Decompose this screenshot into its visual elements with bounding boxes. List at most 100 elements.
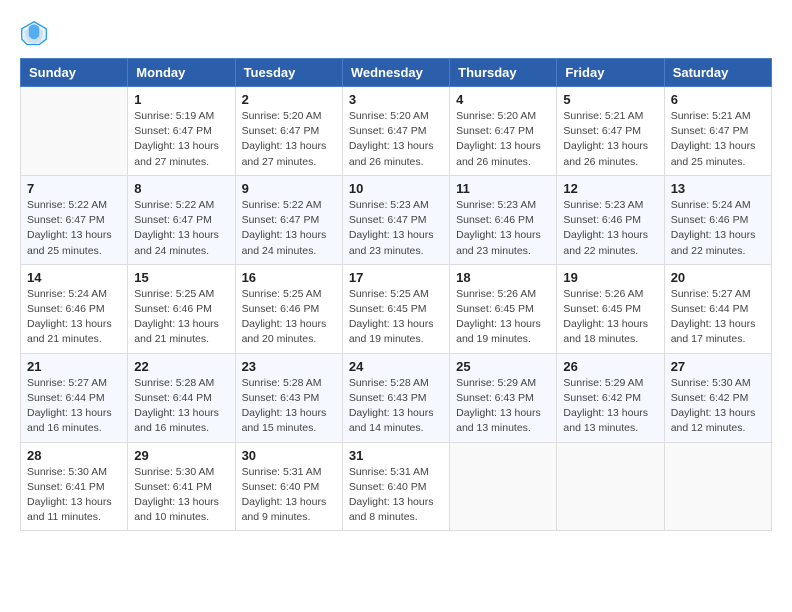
day-info: Sunrise: 5:26 AM Sunset: 6:45 PM Dayligh…: [456, 287, 550, 348]
day-cell: 15 Sunrise: 5:25 AM Sunset: 6:46 PM Dayli…: [128, 264, 235, 353]
day-number: 1: [134, 92, 228, 107]
day-number: 30: [242, 448, 336, 463]
day-info: Sunrise: 5:22 AM Sunset: 6:47 PM Dayligh…: [134, 198, 228, 259]
day-number: 21: [27, 359, 121, 374]
day-number: 19: [563, 270, 657, 285]
day-number: 17: [349, 270, 443, 285]
day-info: Sunrise: 5:28 AM Sunset: 6:43 PM Dayligh…: [349, 376, 443, 437]
day-info: Sunrise: 5:28 AM Sunset: 6:44 PM Dayligh…: [134, 376, 228, 437]
day-number: 24: [349, 359, 443, 374]
header-cell-sunday: Sunday: [21, 59, 128, 87]
day-number: 13: [671, 181, 765, 196]
header-row: SundayMondayTuesdayWednesdayThursdayFrid…: [21, 59, 772, 87]
header-cell-friday: Friday: [557, 59, 664, 87]
day-cell: 1 Sunrise: 5:19 AM Sunset: 6:47 PM Daylig…: [128, 87, 235, 176]
day-cell: 17 Sunrise: 5:25 AM Sunset: 6:45 PM Dayli…: [342, 264, 449, 353]
day-number: 2: [242, 92, 336, 107]
day-number: 5: [563, 92, 657, 107]
day-info: Sunrise: 5:30 AM Sunset: 6:42 PM Dayligh…: [671, 376, 765, 437]
day-info: Sunrise: 5:20 AM Sunset: 6:47 PM Dayligh…: [349, 109, 443, 170]
day-info: Sunrise: 5:20 AM Sunset: 6:47 PM Dayligh…: [456, 109, 550, 170]
day-cell: 11 Sunrise: 5:23 AM Sunset: 6:46 PM Dayli…: [450, 175, 557, 264]
day-number: 11: [456, 181, 550, 196]
day-cell: 10 Sunrise: 5:23 AM Sunset: 6:47 PM Dayli…: [342, 175, 449, 264]
day-cell: 6 Sunrise: 5:21 AM Sunset: 6:47 PM Daylig…: [664, 87, 771, 176]
day-number: 16: [242, 270, 336, 285]
week-row-1: 1 Sunrise: 5:19 AM Sunset: 6:47 PM Daylig…: [21, 87, 772, 176]
day-cell: 28Sunrise: 5:30 AM Sunset: 6:41 PM Dayli…: [21, 442, 128, 531]
page-header: [20, 20, 772, 48]
day-cell: 12 Sunrise: 5:23 AM Sunset: 6:46 PM Dayli…: [557, 175, 664, 264]
day-number: 15: [134, 270, 228, 285]
day-info: Sunrise: 5:31 AM Sunset: 6:40 PM Dayligh…: [349, 465, 443, 526]
day-cell: 4 Sunrise: 5:20 AM Sunset: 6:47 PM Daylig…: [450, 87, 557, 176]
day-cell: 18 Sunrise: 5:26 AM Sunset: 6:45 PM Dayli…: [450, 264, 557, 353]
day-number: 12: [563, 181, 657, 196]
day-info: Sunrise: 5:23 AM Sunset: 6:46 PM Dayligh…: [456, 198, 550, 259]
day-info: Sunrise: 5:25 AM Sunset: 6:46 PM Dayligh…: [134, 287, 228, 348]
day-number: 29: [134, 448, 228, 463]
week-row-2: 7 Sunrise: 5:22 AM Sunset: 6:47 PM Daylig…: [21, 175, 772, 264]
logo-icon: [20, 20, 48, 48]
day-info: Sunrise: 5:23 AM Sunset: 6:47 PM Dayligh…: [349, 198, 443, 259]
day-cell: 19 Sunrise: 5:26 AM Sunset: 6:45 PM Dayli…: [557, 264, 664, 353]
day-cell: [450, 442, 557, 531]
day-cell: 23 Sunrise: 5:28 AM Sunset: 6:43 PM Dayli…: [235, 353, 342, 442]
day-cell: 16 Sunrise: 5:25 AM Sunset: 6:46 PM Dayli…: [235, 264, 342, 353]
day-info: Sunrise: 5:24 AM Sunset: 6:46 PM Dayligh…: [671, 198, 765, 259]
day-info: Sunrise: 5:29 AM Sunset: 6:42 PM Dayligh…: [563, 376, 657, 437]
header-cell-monday: Monday: [128, 59, 235, 87]
day-number: 18: [456, 270, 550, 285]
day-info: Sunrise: 5:19 AM Sunset: 6:47 PM Dayligh…: [134, 109, 228, 170]
day-cell: 27 Sunrise: 5:30 AM Sunset: 6:42 PM Dayli…: [664, 353, 771, 442]
header-cell-wednesday: Wednesday: [342, 59, 449, 87]
day-number: 6: [671, 92, 765, 107]
day-cell: 2 Sunrise: 5:20 AM Sunset: 6:47 PM Daylig…: [235, 87, 342, 176]
day-info: Sunrise: 5:23 AM Sunset: 6:46 PM Dayligh…: [563, 198, 657, 259]
day-cell: 3 Sunrise: 5:20 AM Sunset: 6:47 PM Daylig…: [342, 87, 449, 176]
week-row-4: 21Sunrise: 5:27 AM Sunset: 6:44 PM Dayli…: [21, 353, 772, 442]
day-cell: [557, 442, 664, 531]
day-cell: 25 Sunrise: 5:29 AM Sunset: 6:43 PM Dayli…: [450, 353, 557, 442]
day-number: 22: [134, 359, 228, 374]
day-number: 3: [349, 92, 443, 107]
day-cell: 9Sunrise: 5:22 AM Sunset: 6:47 PM Daylig…: [235, 175, 342, 264]
day-info: Sunrise: 5:31 AM Sunset: 6:40 PM Dayligh…: [242, 465, 336, 526]
day-info: Sunrise: 5:21 AM Sunset: 6:47 PM Dayligh…: [563, 109, 657, 170]
day-cell: 29 Sunrise: 5:30 AM Sunset: 6:41 PM Dayli…: [128, 442, 235, 531]
day-number: 25: [456, 359, 550, 374]
day-info: Sunrise: 5:30 AM Sunset: 6:41 PM Dayligh…: [134, 465, 228, 526]
day-cell: 30 Sunrise: 5:31 AM Sunset: 6:40 PM Dayli…: [235, 442, 342, 531]
day-info: Sunrise: 5:24 AM Sunset: 6:46 PM Dayligh…: [27, 287, 121, 348]
day-cell: 26Sunrise: 5:29 AM Sunset: 6:42 PM Dayli…: [557, 353, 664, 442]
header-cell-tuesday: Tuesday: [235, 59, 342, 87]
day-info: Sunrise: 5:26 AM Sunset: 6:45 PM Dayligh…: [563, 287, 657, 348]
day-cell: 8Sunrise: 5:22 AM Sunset: 6:47 PM Daylig…: [128, 175, 235, 264]
week-row-3: 14 Sunrise: 5:24 AM Sunset: 6:46 PM Dayli…: [21, 264, 772, 353]
day-info: Sunrise: 5:28 AM Sunset: 6:43 PM Dayligh…: [242, 376, 336, 437]
day-info: Sunrise: 5:29 AM Sunset: 6:43 PM Dayligh…: [456, 376, 550, 437]
header-cell-saturday: Saturday: [664, 59, 771, 87]
day-info: Sunrise: 5:25 AM Sunset: 6:46 PM Dayligh…: [242, 287, 336, 348]
day-cell: 20Sunrise: 5:27 AM Sunset: 6:44 PM Dayli…: [664, 264, 771, 353]
week-row-5: 28 Sunrise: 5:30 AM Sunset: 6:41 PM Dayli…: [21, 442, 772, 531]
day-number: 10: [349, 181, 443, 196]
day-cell: 22 Sunrise: 5:28 AM Sunset: 6:44 PM Dayli…: [128, 353, 235, 442]
day-cell: 5 Sunrise: 5:21 AM Sunset: 6:47 PM Daylig…: [557, 87, 664, 176]
day-info: Sunrise: 5:25 AM Sunset: 6:45 PM Dayligh…: [349, 287, 443, 348]
day-number: 14: [27, 270, 121, 285]
day-cell: 13 Sunrise: 5:24 AM Sunset: 6:46 PM Dayli…: [664, 175, 771, 264]
day-info: Sunrise: 5:22 AM Sunset: 6:47 PM Dayligh…: [27, 198, 121, 259]
day-number: 4: [456, 92, 550, 107]
day-number: 27: [671, 359, 765, 374]
day-cell: 24 Sunrise: 5:28 AM Sunset: 6:43 PM Dayli…: [342, 353, 449, 442]
day-info: Sunrise: 5:20 AM Sunset: 6:47 PM Dayligh…: [242, 109, 336, 170]
day-number: 28: [27, 448, 121, 463]
day-number: 31: [349, 448, 443, 463]
day-info: Sunrise: 5:21 AM Sunset: 6:47 PM Dayligh…: [671, 109, 765, 170]
day-number: 7: [27, 181, 121, 196]
day-number: 23: [242, 359, 336, 374]
calendar-table: SundayMondayTuesdayWednesdayThursdayFrid…: [20, 58, 772, 531]
day-number: 9: [242, 181, 336, 196]
day-cell: 31 Sunrise: 5:31 AM Sunset: 6:40 PM Dayli…: [342, 442, 449, 531]
